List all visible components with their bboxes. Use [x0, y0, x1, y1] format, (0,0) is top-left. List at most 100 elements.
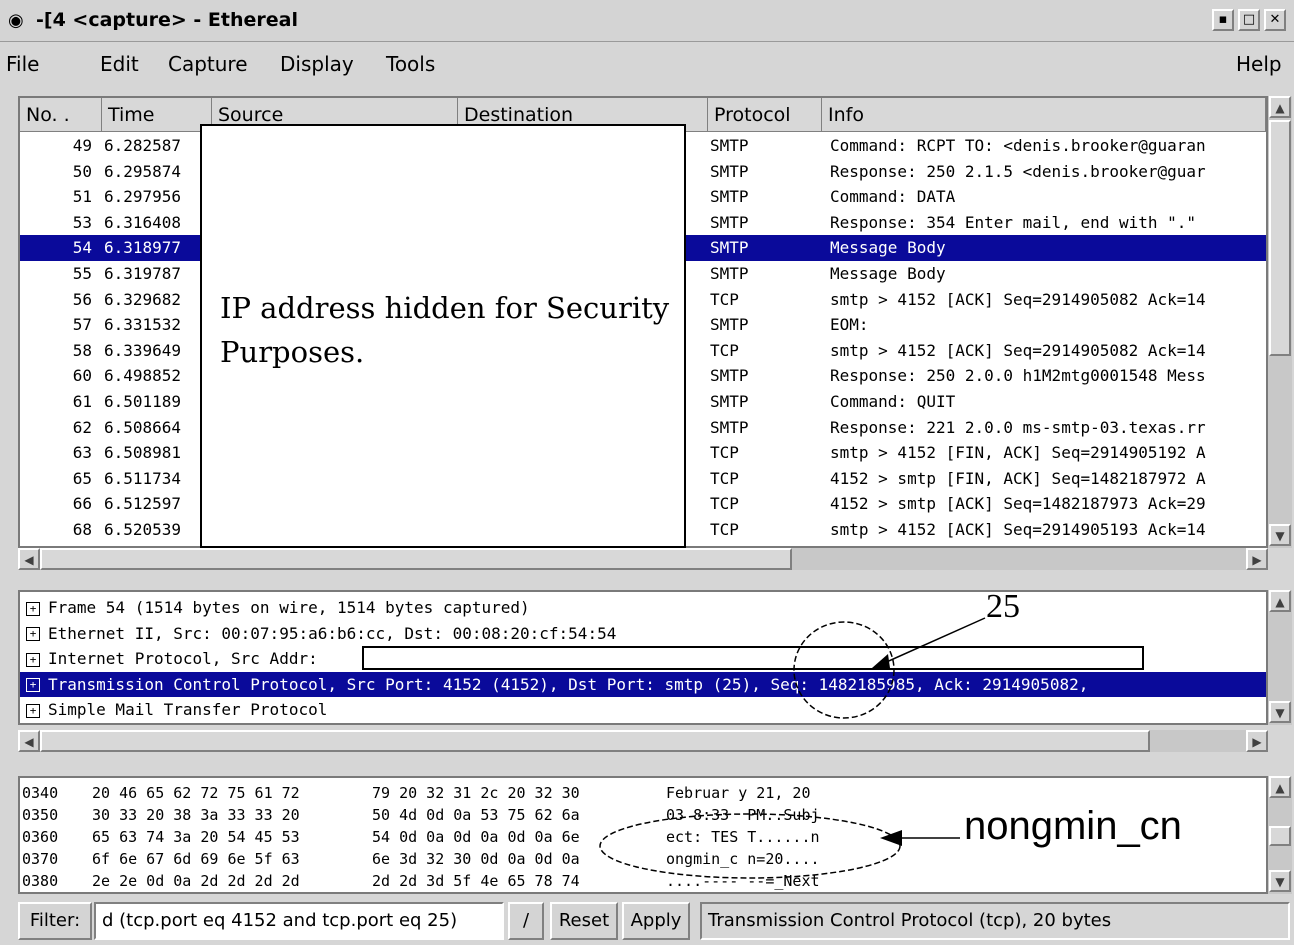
scroll-up-arrow-icon[interactable]: ▲ — [1269, 96, 1291, 118]
packet-no: 56 — [72, 289, 92, 309]
menu-help[interactable]: Help — [1236, 52, 1282, 76]
maximize-button[interactable]: □ — [1238, 9, 1260, 31]
ip-hidden-note: IP address hidden for Security Purposes. — [220, 291, 670, 369]
scroll-right-arrow-icon[interactable]: ▶ — [1246, 730, 1268, 752]
scroll-up-arrow-icon[interactable]: ▲ — [1269, 776, 1291, 798]
hscrollbar-thumb[interactable] — [40, 548, 792, 570]
packet-info: Command: RCPT TO: <denis.brooker@guaran — [830, 136, 1206, 155]
packet-time: 6.316408 — [104, 212, 182, 232]
packet-no: 68 — [72, 520, 92, 539]
menu-edit[interactable]: Edit — [100, 52, 139, 76]
packet-info: Message Body — [830, 238, 946, 258]
detail-tree-row[interactable]: + Transmission Control Protocol, Src Port… — [20, 671, 1266, 697]
hex-row[interactable]: 0370 6f 6e 67 6d 69 6e 5f 63 6e 3d 32 30 0… — [20, 848, 1266, 870]
detail-tree-row[interactable]: + Simple Mail Transfer Protocol — [20, 697, 1266, 722]
hex-bytes-group-1: 20 46 65 62 72 75 61 72 — [92, 784, 300, 802]
column-header-no[interactable]: No. . — [20, 98, 102, 132]
scroll-left-arrow-icon[interactable]: ◀ — [18, 548, 40, 570]
hex-ascii: Februar y 21, 20 — [666, 784, 811, 802]
minimize-button[interactable]: ▪ — [1212, 9, 1234, 31]
expand-icon[interactable]: + — [26, 703, 40, 718]
menu-capture[interactable]: Capture — [168, 52, 248, 76]
packet-info: Response: 250 2.0.0 h1M2mtg0001548 Mess — [830, 366, 1206, 386]
hscrollbar-thumb[interactable] — [40, 730, 1150, 752]
packet-list-scrollbar[interactable]: ▲ ▼ — [1268, 96, 1292, 548]
hex-row[interactable]: 0340 20 46 65 62 72 75 61 72 79 20 32 31 2… — [20, 782, 1266, 804]
hex-scrollbar[interactable]: ▲ ▼ — [1268, 776, 1292, 894]
hex-bytes-group-1: 2e 2e 0d 0a 2d 2d 2d 2d — [92, 872, 300, 890]
scroll-left-arrow-icon[interactable]: ◀ — [18, 730, 40, 752]
packet-info: Response: 354 Enter mail, end with "." — [830, 212, 1197, 232]
hex-offset: 0360 — [22, 828, 59, 846]
packet-protocol: SMTP — [710, 315, 749, 335]
apply-button[interactable]: Apply — [622, 902, 690, 940]
reset-button[interactable]: Reset — [550, 902, 618, 940]
packet-info: smtp > 4152 [ACK] Seq=2914905082 Ack=14 — [830, 340, 1206, 360]
ip-hidden-overlay: IP address hidden for Security Purposes. — [200, 124, 686, 548]
packet-no: 62 — [72, 417, 92, 437]
detail-tree-row[interactable]: + Ethernet II, Src: 00:07:95:a6:b6:cc, Ds… — [20, 621, 1266, 646]
detail-scrollbar[interactable]: ▲ ▼ — [1268, 590, 1292, 725]
hex-row[interactable]: 0380 2e 2e 0d 0a 2d 2d 2d 2d 2d 2d 3d 5f 4… — [20, 870, 1266, 892]
packet-protocol: TCP — [710, 520, 739, 539]
hex-ascii: ect: TES T......n — [666, 828, 820, 846]
packet-list-hscrollbar[interactable]: ◀ ▶ — [18, 548, 1268, 570]
packet-info: EOM: — [830, 315, 869, 335]
menu-file[interactable]: File — [6, 52, 39, 76]
packet-no: 66 — [72, 494, 92, 514]
scrollbar-thumb[interactable] — [1269, 826, 1291, 846]
hex-offset: 0380 — [22, 872, 59, 890]
scroll-down-arrow-icon[interactable]: ▼ — [1269, 701, 1291, 723]
filter-edit-button[interactable]: / — [508, 902, 544, 940]
column-header-time[interactable]: Time — [102, 98, 212, 132]
packet-no: 49 — [72, 136, 92, 155]
detail-tree-row[interactable]: + Frame 54 (1514 bytes on wire, 1514 byte… — [20, 595, 1266, 620]
packet-time: 6.282587 — [104, 136, 182, 155]
scroll-right-arrow-icon[interactable]: ▶ — [1246, 548, 1268, 570]
packet-protocol: SMTP — [710, 417, 749, 437]
packet-info: Command: QUIT — [830, 392, 956, 411]
packet-protocol: TCP — [710, 289, 739, 309]
packet-no: 55 — [72, 264, 92, 283]
filter-bar: Filter: d (tcp.port eq 4152 and tcp.port… — [0, 898, 1294, 945]
expand-icon[interactable]: + — [26, 678, 40, 693]
packet-protocol: SMTP — [710, 136, 749, 155]
expand-icon[interactable]: + — [26, 601, 40, 616]
hex-bytes-group-2: 54 0d 0a 0d 0a 0d 0a 6e — [372, 828, 580, 846]
close-button[interactable]: ✕ — [1264, 9, 1286, 31]
hex-bytes-group-2: 79 20 32 31 2c 20 32 30 — [372, 784, 580, 802]
hex-ascii: ....---- --=_Next — [666, 872, 820, 890]
packet-no: 57 — [72, 315, 92, 335]
packet-time: 6.498852 — [104, 366, 182, 386]
packet-no: 60 — [72, 366, 92, 386]
detail-tree-label: Transmission Control Protocol, Src Port:… — [48, 674, 1089, 694]
scrollbar-thumb[interactable] — [1269, 120, 1291, 356]
hex-bytes-group-2: 2d 2d 3d 5f 4e 65 78 74 — [372, 872, 580, 890]
hex-bytes-group-1: 65 63 74 3a 20 54 45 53 — [92, 828, 300, 846]
scroll-down-arrow-icon[interactable]: ▼ — [1269, 524, 1291, 546]
window-title-bar: ◉ -[4 <capture> - Ethereal ▪ □ ✕ — [0, 0, 1294, 42]
hex-bytes-group-2: 50 4d 0d 0a 53 75 62 6a — [372, 806, 580, 824]
app-icon[interactable]: ◉ — [8, 10, 32, 32]
packet-protocol: TCP — [710, 340, 739, 360]
window-title: -[4 <capture> - Ethereal — [36, 9, 298, 31]
port-annotation-label: 25 — [986, 588, 1020, 625]
packet-time: 6.329682 — [104, 289, 182, 309]
expand-icon[interactable]: + — [26, 627, 40, 642]
packet-no: 50 — [72, 161, 92, 181]
packet-time: 6.520539 — [104, 520, 182, 539]
packet-time: 6.331532 — [104, 315, 182, 335]
packet-info: smtp > 4152 [ACK] Seq=2914905193 Ack=14 — [830, 520, 1206, 539]
expand-icon[interactable]: + — [26, 652, 40, 667]
scroll-up-arrow-icon[interactable]: ▲ — [1269, 590, 1291, 612]
column-header-info[interactable]: Info — [822, 98, 1266, 132]
column-header-protocol[interactable]: Protocol — [708, 98, 822, 132]
filter-label-button[interactable]: Filter: — [18, 902, 92, 940]
menu-tools[interactable]: Tools — [386, 52, 435, 76]
packet-info: Message Body — [830, 264, 946, 283]
menu-display[interactable]: Display — [280, 52, 354, 76]
filter-input[interactable]: d (tcp.port eq 4152 and tcp.port eq 25) — [94, 902, 504, 940]
packet-time: 6.297956 — [104, 187, 182, 207]
detail-hscrollbar[interactable]: ◀ ▶ — [18, 730, 1268, 752]
scroll-down-arrow-icon[interactable]: ▼ — [1269, 870, 1291, 892]
